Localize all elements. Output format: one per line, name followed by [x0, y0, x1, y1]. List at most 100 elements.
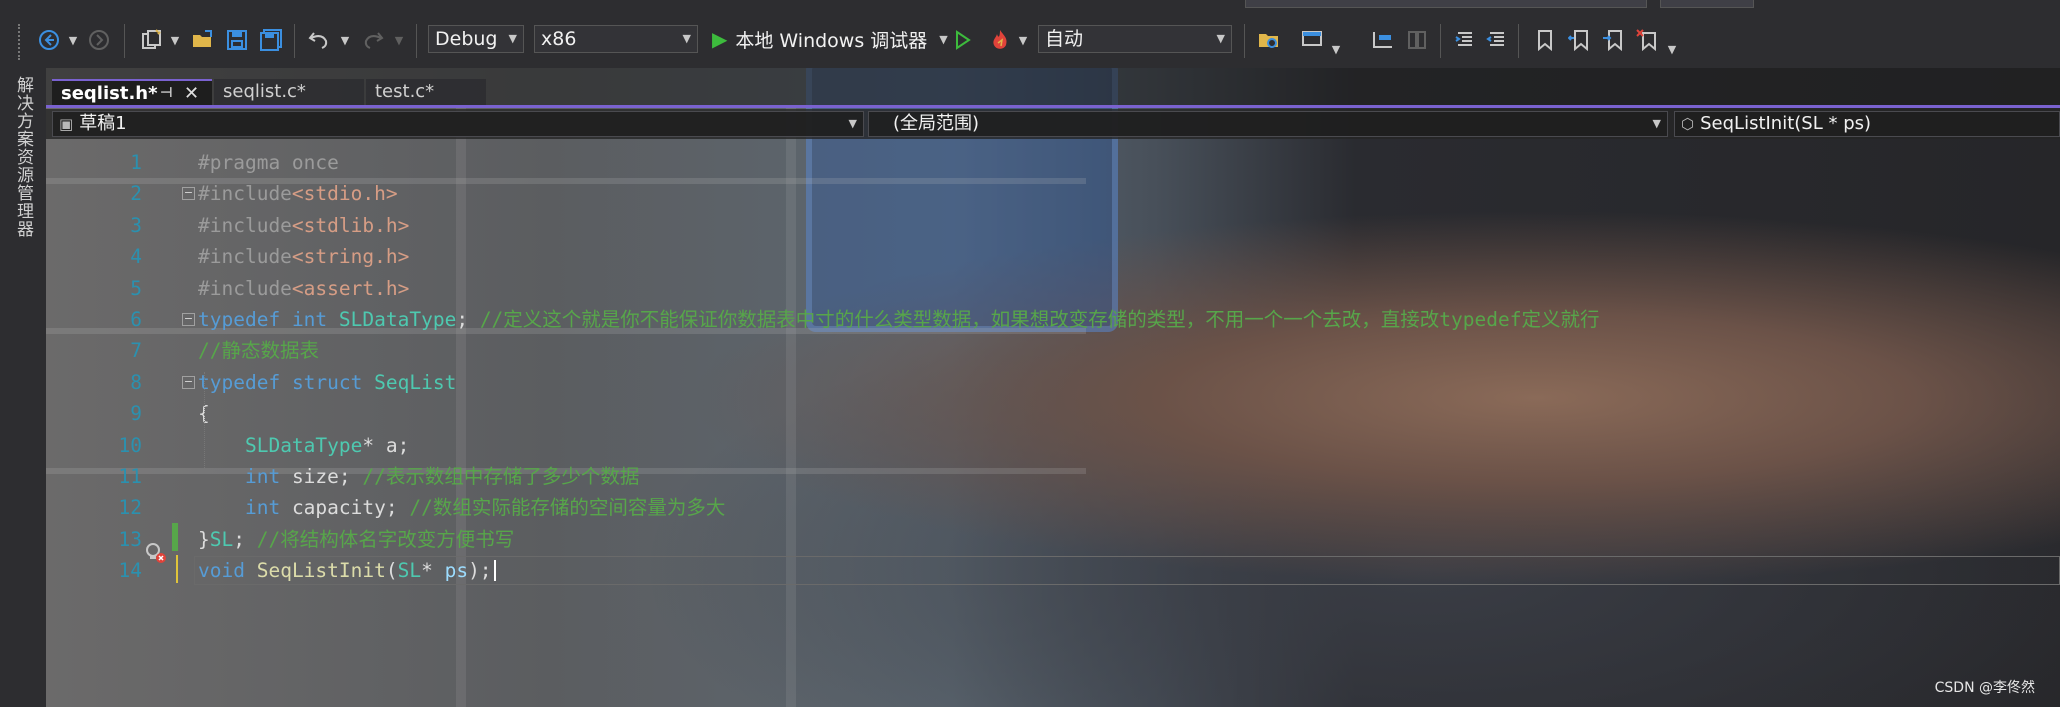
save-all-icon[interactable] [258, 27, 284, 53]
code-token: int [244, 465, 281, 488]
code-line[interactable]: 11 int size; //表示数组中存储了多少个数据 [46, 461, 2060, 492]
code-line[interactable]: 1 #pragma once [46, 147, 2060, 178]
forward-icon[interactable] [86, 27, 112, 53]
next-bookmark-icon[interactable] [1600, 27, 1626, 53]
navigation-bar: ▣ 草稿1 ▼ (全局范围) ▼ ⬡ SeqListInit(SL * ps) [46, 109, 2060, 139]
line-number: 3 [130, 213, 142, 237]
line-number: 10 [118, 433, 142, 457]
tab-label: test.c* [375, 81, 435, 102]
stack-frame-select[interactable]: 自动 ▼ [1038, 25, 1232, 53]
scope-select[interactable]: (全局范围) ▼ [868, 111, 1668, 137]
comment-icon[interactable] [1452, 27, 1478, 53]
chevron-down-icon[interactable]: ▼ [338, 27, 352, 53]
code-line[interactable]: 7 //静态数据表 [46, 335, 2060, 366]
platform-select[interactable]: x86 ▼ [534, 25, 698, 53]
code-line[interactable]: 10 SLDataType* a; [46, 430, 2060, 461]
code-token: //静态数据表 [198, 339, 319, 363]
current-line-highlight [194, 556, 2060, 586]
breakpoint-step-icon[interactable] [1370, 27, 1396, 53]
search-box[interactable] [1245, 0, 1647, 8]
document-tab-bar: seqlist.h* ⊣ ✕ seqlist.c* test.c* [46, 68, 2060, 108]
collapse-icon[interactable]: − [182, 313, 195, 326]
code-text: #include<assert.h> [198, 273, 409, 304]
layout-icon[interactable] [1300, 27, 1326, 53]
chevron-down-icon[interactable]: ▼ [66, 27, 80, 53]
tab-seqlist-h[interactable]: seqlist.h* ⊣ ✕ [52, 79, 212, 105]
code-token: typedef [198, 370, 281, 394]
solution-explorer-icon[interactable] [1256, 27, 1282, 53]
code-line[interactable]: 8 − typedef struct SeqList [46, 367, 2060, 398]
play-icon: ▶ [712, 27, 728, 51]
redo-icon[interactable] [360, 27, 386, 53]
code-line[interactable]: 13 }SL; //将结构体名字改变方便书写 [46, 524, 2060, 555]
prev-bookmark-icon[interactable] [1566, 27, 1592, 53]
code-token: * a; [362, 433, 410, 457]
back-icon[interactable] [36, 27, 62, 53]
chevron-down-icon[interactable]: ▼ [1330, 36, 1342, 62]
step-into-icon[interactable] [1404, 27, 1430, 53]
toolbar-separator [294, 24, 295, 58]
code-token: #include [198, 213, 292, 237]
code-text: typedef int SLDataType; //定义这个就是你不能保证你数据… [198, 304, 1599, 335]
code-token: //表示数组中存储了多少个数据 [362, 465, 640, 488]
solution-explorer-tab[interactable]: 解决方案资源管理器 [12, 76, 36, 306]
member-icon: ⬡ [1681, 115, 1695, 133]
chevron-down-icon: ▼ [1216, 32, 1225, 45]
code-token: SeqList [374, 370, 457, 394]
save-icon[interactable] [224, 27, 250, 53]
code-token: #include [198, 245, 292, 269]
new-project-icon[interactable] [138, 27, 164, 53]
tab-accent-line [46, 105, 2060, 108]
tab-label: seqlist.c* [223, 81, 306, 102]
code-editor[interactable]: seqlist.h* ⊣ ✕ seqlist.c* test.c* ▣ 草稿1 ▼… [46, 68, 2060, 707]
uncomment-icon[interactable] [1484, 27, 1510, 53]
chevron-down-icon[interactable]: ▼ [1666, 36, 1678, 62]
code-line[interactable]: 12 int capacity; //数组实际能存储的空间容量为多大 [46, 492, 2060, 523]
code-line[interactable]: 6 − typedef int SLDataType; //定义这个就是你不能保证你… [46, 304, 2060, 335]
undo-icon[interactable] [306, 27, 332, 53]
member-select[interactable]: ⬡ SeqListInit(SL * ps) [1674, 111, 2060, 137]
code-text: }SL; //将结构体名字改变方便书写 [198, 524, 514, 555]
chevron-down-icon[interactable]: ▼ [168, 27, 182, 53]
code-line[interactable]: 2 − #include<stdio.h> [46, 178, 2060, 209]
line-number: 12 [118, 496, 142, 520]
collapse-icon[interactable]: − [182, 187, 195, 201]
bookmark-icon[interactable] [1532, 27, 1558, 53]
line-number: 13 [118, 527, 142, 551]
tab-seqlist-c[interactable]: seqlist.c* [214, 79, 364, 105]
code-line[interactable]: 3 #include<stdlib.h> [46, 210, 2060, 241]
indent-guide [204, 372, 205, 468]
clear-bookmarks-icon[interactable] [1634, 27, 1660, 53]
start-debugging-button[interactable]: ▶ 本地 Windows 调试器 ▼ [712, 25, 948, 53]
quick-action-lightbulb-icon[interactable] [144, 541, 166, 565]
line-number: 7 [130, 339, 142, 363]
code-line[interactable]: 9{ [46, 398, 2060, 429]
pin-icon[interactable]: ⊣ [160, 81, 173, 106]
close-icon[interactable]: ✕ [184, 81, 199, 106]
code-text: #include<stdio.h> [198, 178, 398, 209]
chevron-down-icon[interactable]: ▼ [392, 27, 406, 53]
toolbar-grip[interactable] [18, 24, 24, 60]
start-debugging-label: 本地 Windows 调试器 [735, 29, 928, 52]
code-line[interactable]: 5 #include<assert.h> [46, 273, 2060, 304]
code-token: int [244, 496, 281, 520]
line-number: 14 [118, 559, 142, 583]
line-number: 6 [130, 308, 142, 331]
start-without-debug-icon[interactable] [950, 27, 976, 53]
collapse-icon[interactable]: − [182, 375, 195, 389]
line-number: 1 [130, 151, 142, 174]
project-select[interactable]: ▣ 草稿1 ▼ [52, 111, 864, 137]
chevron-down-icon[interactable]: ▼ [939, 33, 947, 46]
tab-test-c[interactable]: test.c* [366, 79, 486, 105]
watermark: CSDN @李佟然 [1934, 680, 2035, 696]
open-file-icon[interactable] [190, 27, 216, 53]
code-line[interactable]: 4 #include<string.h> [46, 241, 2060, 272]
chevron-down-icon[interactable]: ▼ [1016, 27, 1030, 53]
hot-reload-icon[interactable] [986, 27, 1014, 53]
account-button[interactable] [1660, 0, 1754, 8]
tab-label: seqlist.h* [61, 83, 158, 104]
solution-config-select[interactable]: Debug ▼ [428, 25, 524, 53]
code-text: typedef struct SeqList [198, 367, 456, 398]
